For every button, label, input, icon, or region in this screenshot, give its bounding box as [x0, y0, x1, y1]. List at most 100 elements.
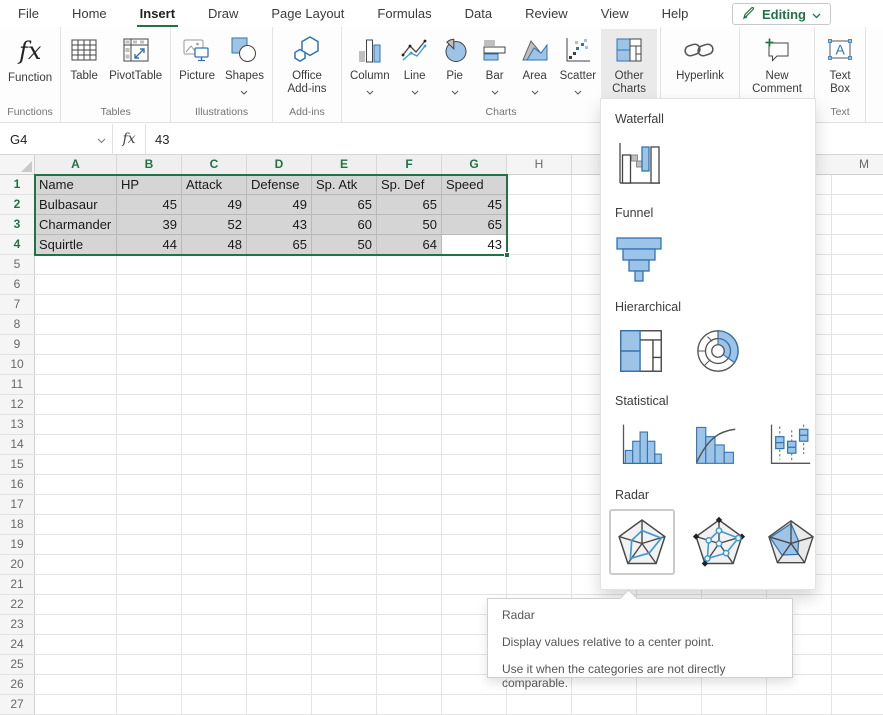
cell-d1[interactable]: Defense	[247, 175, 312, 195]
column-header-f[interactable]: F	[377, 155, 442, 174]
cell-e4[interactable]: 50	[312, 235, 377, 255]
pivottable-button[interactable]: PivotTable	[104, 29, 167, 105]
cell-g2[interactable]: 45	[442, 195, 507, 215]
row-header-18[interactable]: 18	[0, 515, 35, 534]
fill-handle[interactable]	[504, 252, 510, 258]
row-header-7[interactable]: 7	[0, 295, 35, 314]
cell-d2[interactable]: 49	[247, 195, 312, 215]
row-header-23[interactable]: 23	[0, 615, 35, 634]
row-header-3[interactable]: 3	[0, 215, 35, 234]
cell-c3[interactable]: 52	[182, 215, 247, 235]
row-header-10[interactable]: 10	[0, 355, 35, 374]
row-header-24[interactable]: 24	[0, 635, 35, 654]
tab-file[interactable]: File	[18, 6, 39, 21]
cell-b1[interactable]: HP	[117, 175, 182, 195]
row-header-17[interactable]: 17	[0, 495, 35, 514]
cell-c2[interactable]: 49	[182, 195, 247, 215]
tab-page-layout[interactable]: Page Layout	[271, 6, 344, 21]
pareto-chart-option[interactable]	[689, 418, 741, 470]
row-header-13[interactable]: 13	[0, 415, 35, 434]
row-header-2[interactable]: 2	[0, 195, 35, 214]
row-header-15[interactable]: 15	[0, 455, 35, 474]
cell-a2[interactable]: Bulbasaur	[35, 195, 117, 215]
treemap-chart-option[interactable]	[615, 325, 667, 377]
column-header-h[interactable]: H	[507, 155, 572, 174]
cell-c4[interactable]: 48	[182, 235, 247, 255]
row-header-1[interactable]: 1	[0, 175, 35, 194]
select-all-corner[interactable]	[0, 155, 35, 174]
bar-chart-button[interactable]: Bar	[475, 29, 515, 105]
name-box[interactable]: G4	[0, 124, 112, 154]
office-addins-button[interactable]: Office Add-ins	[276, 29, 338, 105]
insert-function-button[interactable]: fx	[112, 124, 146, 154]
tab-help[interactable]: Help	[662, 6, 689, 21]
text-box-button[interactable]: A Text Box	[818, 29, 862, 105]
tab-data[interactable]: Data	[465, 6, 492, 21]
picture-button[interactable]: Picture	[174, 29, 220, 105]
row-header-12[interactable]: 12	[0, 395, 35, 414]
row-header-9[interactable]: 9	[0, 335, 35, 354]
column-header-a[interactable]: A	[35, 155, 117, 174]
filled-radar-chart-option[interactable]	[763, 513, 819, 571]
row-header-21[interactable]: 21	[0, 575, 35, 594]
row-header-25[interactable]: 25	[0, 655, 35, 674]
row-header-20[interactable]: 20	[0, 555, 35, 574]
shapes-button[interactable]: Shapes	[220, 29, 269, 105]
cell-f2[interactable]: 65	[377, 195, 442, 215]
hyperlink-button[interactable]: Hyperlink	[664, 29, 736, 105]
cell-b2[interactable]: 45	[117, 195, 182, 215]
cell-d4[interactable]: 65	[247, 235, 312, 255]
cell-a1[interactable]: Name	[35, 175, 117, 195]
sunburst-chart-option[interactable]	[691, 324, 745, 378]
row-header-16[interactable]: 16	[0, 475, 35, 494]
cell-b4[interactable]: 44	[117, 235, 182, 255]
radar-chart-option-selected[interactable]	[609, 509, 675, 575]
row-header-6[interactable]: 6	[0, 275, 35, 294]
tab-home[interactable]: Home	[72, 6, 107, 21]
column-header-g[interactable]: G	[442, 155, 507, 174]
row-header-22[interactable]: 22	[0, 595, 35, 614]
tab-formulas[interactable]: Formulas	[377, 6, 431, 21]
cell-f3[interactable]: 50	[377, 215, 442, 235]
cell-d3[interactable]: 43	[247, 215, 312, 235]
box-and-whisker-chart-option[interactable]	[763, 418, 815, 470]
row-header-11[interactable]: 11	[0, 375, 35, 394]
cell-b3[interactable]: 39	[117, 215, 182, 235]
tab-view[interactable]: View	[601, 6, 629, 21]
cell-g1[interactable]: Speed	[442, 175, 507, 195]
cell-a4[interactable]: Squirtle	[35, 235, 117, 255]
row-header-27[interactable]: 27	[0, 695, 35, 714]
radar-with-markers-chart-option[interactable]	[689, 513, 749, 571]
row-header-4[interactable]: 4	[0, 235, 35, 254]
cell-g4-active[interactable]: 43	[442, 235, 507, 255]
column-header-d[interactable]: D	[247, 155, 312, 174]
column-header-b[interactable]: B	[117, 155, 182, 174]
column-header-e[interactable]: E	[312, 155, 377, 174]
cell-f1[interactable]: Sp. Def	[377, 175, 442, 195]
cell-e1[interactable]: Sp. Atk	[312, 175, 377, 195]
row-header-14[interactable]: 14	[0, 435, 35, 454]
cell-c1[interactable]: Attack	[182, 175, 247, 195]
cell-g3[interactable]: 65	[442, 215, 507, 235]
tab-review[interactable]: Review	[525, 6, 568, 21]
pie-chart-button[interactable]: Pie	[435, 29, 475, 105]
row-header-8[interactable]: 8	[0, 315, 35, 334]
new-comment-button[interactable]: New Comment	[743, 29, 811, 105]
cell-f4[interactable]: 64	[377, 235, 442, 255]
column-header-m[interactable]: M	[832, 155, 883, 174]
line-chart-button[interactable]: Line	[395, 29, 435, 105]
row-header-5[interactable]: 5	[0, 255, 35, 274]
area-chart-button[interactable]: Area	[515, 29, 555, 105]
row-header-26[interactable]: 26	[0, 675, 35, 694]
cell-a3[interactable]: Charmander	[35, 215, 117, 235]
cell-e2[interactable]: 65	[312, 195, 377, 215]
histogram-chart-option[interactable]	[615, 418, 667, 470]
scatter-chart-button[interactable]: Scatter	[555, 29, 601, 105]
waterfall-chart-option[interactable]	[611, 136, 667, 192]
tab-insert[interactable]: Insert	[140, 6, 175, 21]
funnel-chart-option[interactable]	[611, 230, 667, 286]
editing-mode-button[interactable]: Editing	[732, 3, 831, 25]
tab-draw[interactable]: Draw	[208, 6, 238, 21]
column-header-c[interactable]: C	[182, 155, 247, 174]
table-button[interactable]: Table	[64, 29, 104, 105]
